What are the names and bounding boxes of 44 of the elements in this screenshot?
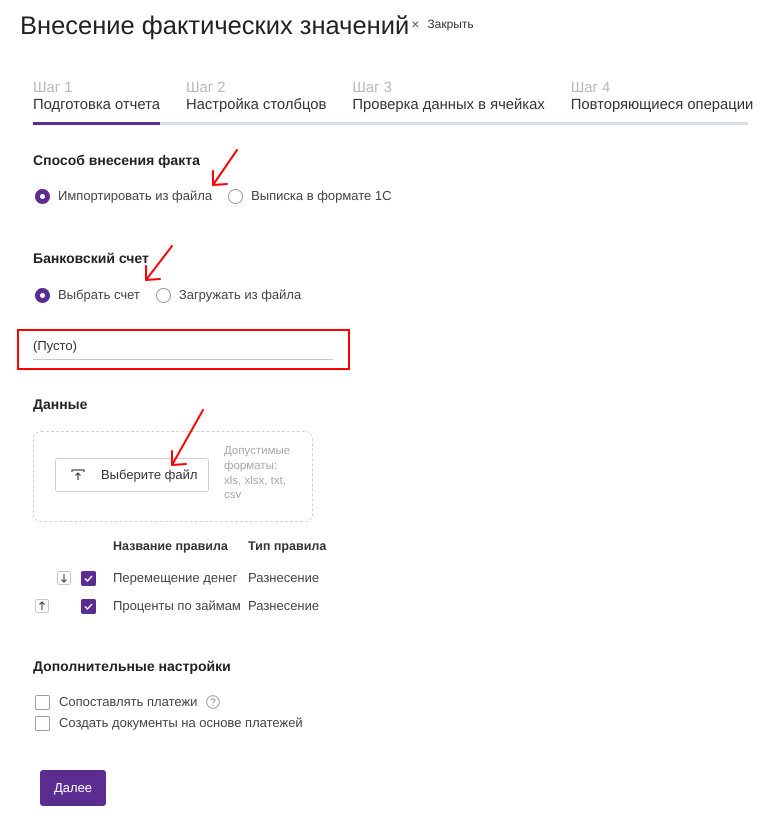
checkbox[interactable] (81, 570, 96, 586)
radio-label: Загружать из файла (178, 286, 302, 304)
radio-label: Выбрать счет (58, 286, 140, 304)
upload-icon (71, 468, 85, 480)
radio-button[interactable] (228, 188, 244, 204)
section-title: Дополнительные настройки (33, 657, 232, 676)
checkbox-label: Создать документы на основе платежей (59, 714, 303, 732)
rule-type: Разнесение (248, 569, 320, 587)
close-icon: × (411, 17, 420, 31)
annotation-arrow-icon (209, 147, 240, 189)
rule-type: Разнесение (248, 597, 320, 615)
choose-file-button[interactable]: Выберите файл (55, 458, 209, 492)
checkbox-label: Сопоставлять платежи (59, 693, 198, 712)
section-title: Способ внесения факта (33, 151, 201, 170)
step-tab[interactable]: Шаг 3 Проверка данных в ячейках (352, 80, 545, 125)
radio-button[interactable] (35, 188, 50, 204)
column-header: Тип правила (248, 538, 328, 555)
checkbox[interactable] (35, 694, 50, 710)
radio-label: Выписка в формате 1С (251, 187, 392, 206)
close-button[interactable]: × Закрыть (411, 17, 474, 31)
section-title: Данные (33, 395, 88, 414)
rule-name: Проценты по займам (113, 597, 242, 615)
radio-button[interactable] (156, 288, 171, 302)
step-tab[interactable]: Шаг 2 Настройка столбцов (186, 80, 326, 125)
arrow-up-icon[interactable] (35, 599, 49, 613)
account-field[interactable]: (Пусто) (33, 337, 333, 360)
annotation-arrow-icon (168, 407, 206, 468)
column-header: Название правила (113, 538, 229, 555)
next-button[interactable]: Далее (40, 770, 106, 806)
step-tab[interactable]: Шаг 4 Повторяющиеся операции (570, 80, 754, 125)
checkbox[interactable] (81, 598, 96, 614)
check-icon (84, 574, 93, 582)
upload-dropzone[interactable]: Выберите файл Допустимые форматы: xls, xlsx, txt, csv (33, 431, 313, 522)
section-title: Банковский счет (33, 249, 150, 268)
rule-name: Перемещение денег (113, 569, 238, 587)
arrow-down-icon[interactable] (57, 571, 71, 585)
radio-button[interactable] (35, 288, 50, 302)
formats-hint: Допустимые форматы: xls, xlsx, txt, csv (224, 444, 292, 503)
checkbox[interactable] (35, 716, 50, 730)
check-icon (84, 602, 93, 610)
step-tab[interactable]: Шаг 1 Подготовка отчета (33, 80, 160, 125)
help-icon[interactable] (206, 695, 220, 709)
dialog-title: Внесение фактических значений (20, 11, 410, 42)
radio-label: Импортировать из файла (58, 187, 212, 206)
